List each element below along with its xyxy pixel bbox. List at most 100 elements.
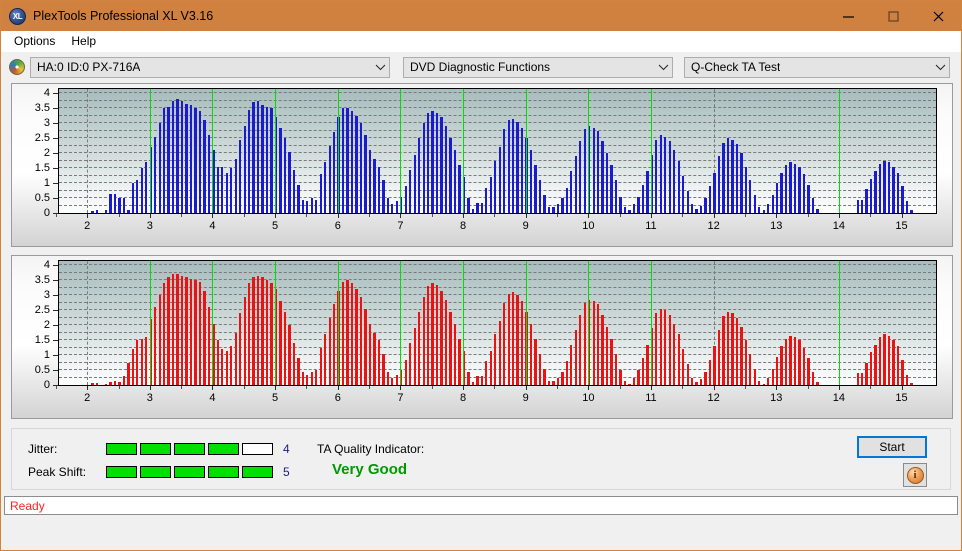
chart-bar: [431, 111, 434, 213]
x-axis-tick: [525, 214, 527, 218]
peak-shift-chart-x-axis: 2 3 4 5 6 7 8 9 10 11 12 13 14 15: [55, 386, 937, 416]
function-select[interactable]: DVD Diagnostic Functions: [403, 56, 673, 78]
chart-bar: [498, 320, 501, 385]
chart-bar: [395, 374, 398, 385]
chart-bar: [722, 316, 725, 385]
chart-bar: [896, 172, 900, 213]
chart-bar: [597, 304, 600, 385]
chart-bar: [574, 156, 577, 213]
chart-bar: [722, 142, 725, 213]
x-axis-tick-label: 2: [84, 220, 91, 232]
chart-bar: [230, 346, 233, 385]
x-axis-minor-tick: [118, 214, 120, 217]
chart-bar: [664, 310, 667, 385]
x-axis-tick: [838, 214, 840, 218]
chart-bar: [717, 156, 721, 213]
chart-bar: [775, 183, 779, 213]
x-axis-minor-tick: [243, 386, 245, 389]
chart-bar: [552, 380, 555, 385]
chart-bar: [319, 174, 322, 213]
chart-bar: [677, 160, 680, 213]
marker-line: [588, 89, 590, 213]
chart-bar: [543, 368, 546, 385]
chart-bar: [198, 281, 202, 385]
close-icon[interactable]: [916, 1, 961, 31]
jitter-chart-y-axis: 0 0.5 1 1.5 2 2.5 3 3.5 4: [12, 84, 58, 219]
meter-segment: [140, 466, 171, 478]
marker-line: [149, 89, 151, 213]
chart-bar: [95, 210, 99, 213]
meter-segment: [174, 466, 205, 478]
chart-bar: [579, 141, 582, 213]
chevron-down-icon: [654, 64, 672, 71]
chart-bar: [883, 160, 886, 213]
chart-bar: [529, 150, 533, 213]
x-axis-tick-label: 12: [707, 220, 720, 232]
ta-quality-label: TA Quality Indicator:: [317, 442, 425, 456]
chart-bar: [391, 204, 394, 213]
chart-bar: [368, 150, 372, 213]
meter-segment: [106, 443, 137, 455]
maximize-icon[interactable]: [871, 1, 916, 31]
jitter-chart-plot: [58, 88, 937, 214]
marker-line: [149, 261, 151, 385]
chart-bar: [798, 340, 801, 385]
minimize-icon[interactable]: [826, 1, 871, 31]
chart-bar: [695, 382, 698, 385]
jitter-label: Jitter:: [28, 442, 58, 456]
title-bar: XL PlexTools Professional XL V3.16: [1, 1, 961, 31]
chart-bar: [409, 169, 412, 213]
chart-bar: [359, 123, 363, 213]
drive-select[interactable]: HA:0 ID:0 PX-716A: [30, 56, 390, 78]
chart-bar: [364, 135, 367, 213]
marker-line: [838, 261, 840, 385]
y-axis-tick-label: 4: [43, 87, 50, 100]
info-button[interactable]: i: [903, 463, 927, 487]
peak-shift-value: 5: [283, 465, 290, 479]
chart-bar: [811, 371, 815, 385]
x-axis-tick: [212, 214, 214, 218]
chart-bar: [887, 162, 891, 213]
chart-bar: [426, 112, 430, 213]
chart-bar: [243, 126, 246, 213]
chart-bar: [453, 150, 457, 213]
chart-bar: [597, 130, 600, 213]
x-axis-minor-tick: [494, 386, 496, 389]
chart-bar: [283, 138, 287, 213]
chart-bar: [122, 376, 126, 385]
chart-bar: [664, 136, 667, 213]
chart-bar: [431, 283, 434, 385]
chart-bar: [444, 126, 448, 213]
chart-bar: [547, 380, 551, 385]
chart-bar: [511, 118, 515, 213]
chart-bar: [207, 135, 211, 213]
chart-bar: [185, 277, 188, 385]
chart-bar: [395, 201, 398, 213]
chart-bar: [516, 121, 519, 213]
peak-shift-meter: [106, 466, 273, 478]
chart-bar: [422, 123, 425, 213]
chart-bar: [565, 187, 568, 213]
x-axis-tick: [87, 386, 89, 390]
chart-bar: [682, 175, 685, 213]
menu-item-options[interactable]: Options: [7, 32, 64, 51]
chart-bar: [203, 290, 206, 385]
chart-bar: [753, 368, 756, 385]
chart-bar: [668, 314, 671, 385]
test-select[interactable]: Q-Check TA Test: [684, 56, 950, 78]
chart-bar: [874, 171, 877, 213]
chart-bar: [735, 317, 739, 385]
chart-bar: [503, 129, 506, 213]
chart-bar: [386, 371, 390, 385]
chart-bar: [713, 346, 716, 385]
x-axis-tick-label: 9: [522, 220, 529, 232]
x-axis-tick-label: 14: [832, 220, 846, 232]
status-text: Ready: [10, 498, 45, 513]
chart-bar: [248, 283, 251, 385]
chart-bar: [449, 138, 452, 213]
menu-item-help[interactable]: Help: [64, 32, 105, 51]
chart-bar: [628, 383, 631, 385]
results-panel: Jitter: 4 Peak Shift: 5 TA Quality Indic…: [11, 428, 951, 490]
x-axis-minor-tick: [118, 386, 120, 389]
start-button[interactable]: Start: [857, 436, 927, 458]
